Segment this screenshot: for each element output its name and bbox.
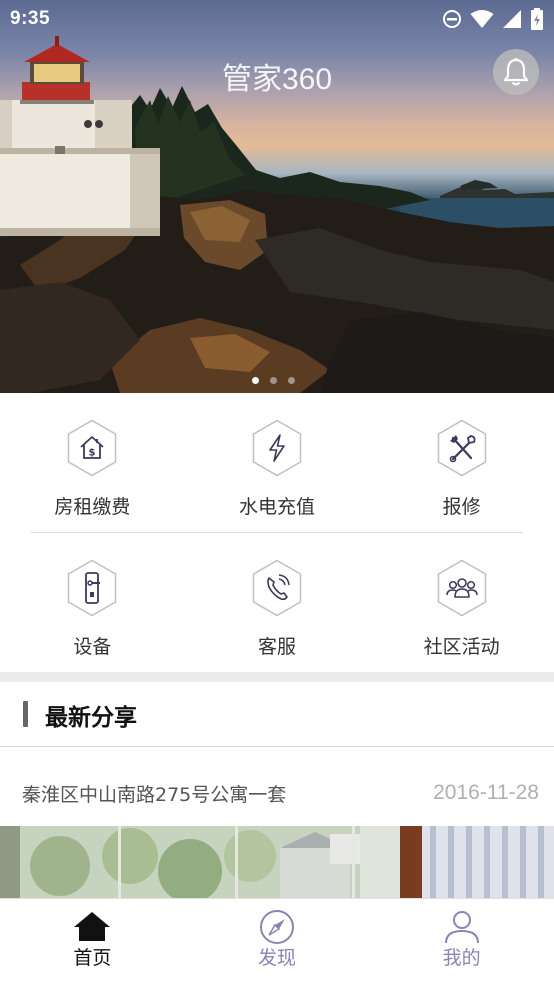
service-label: 客服 [258, 636, 297, 658]
tab-discover[interactable]: 发现 [185, 899, 370, 984]
bottom-tab-bar: 首页 发现 我的 [0, 898, 554, 984]
news-image[interactable] [0, 826, 554, 898]
user-icon [444, 911, 479, 944]
home-icon [74, 912, 111, 941]
device-icon [68, 559, 117, 617]
signal-icon [503, 10, 521, 28]
section-title: 最新分享 [45, 705, 137, 731]
tab-label: 首页 [73, 947, 112, 969]
tab-label: 我的 [442, 947, 481, 969]
service-rent-payment[interactable]: $ 房租缴费 [0, 393, 185, 532]
news-date: 2016-11-28 [433, 781, 539, 804]
section-accent-bar [23, 701, 28, 727]
bell-icon [503, 58, 529, 86]
carousel-indicator[interactable] [252, 377, 295, 384]
svg-text:$: $ [89, 448, 96, 459]
battery-icon [531, 8, 543, 30]
repair-icon [437, 419, 486, 477]
status-time: 9:35 [10, 8, 51, 29]
service-label: 房租缴费 [54, 496, 131, 518]
do-not-disturb-icon [443, 10, 461, 28]
section-separator [0, 672, 554, 682]
service-row-2: 设备 客服 社区活动 [0, 533, 554, 672]
news-title: 秦淮区中山南路275号公寓一套 [22, 784, 287, 806]
service-label: 社区活动 [423, 636, 500, 658]
carousel-dot-3[interactable] [288, 377, 295, 384]
app-title: 管家360 [221, 63, 333, 96]
status-bar: 9:35 [0, 0, 554, 38]
service-community-event[interactable]: 社区活动 [369, 533, 554, 672]
utility-recharge-icon [252, 419, 302, 477]
community-event-icon [437, 559, 486, 617]
tab-mine[interactable]: 我的 [369, 899, 554, 984]
service-label: 报修 [442, 496, 481, 518]
wifi-icon [470, 10, 494, 28]
customer-service-icon [252, 559, 302, 617]
news-item[interactable]: 秦淮区中山南路275号公寓一套 2016-11-28 [0, 748, 554, 826]
carousel-dot-1[interactable] [252, 377, 259, 384]
service-label: 水电充值 [239, 496, 316, 518]
service-customer-service[interactable]: 客服 [185, 533, 370, 672]
service-repair[interactable]: 报修 [369, 393, 554, 532]
notification-button[interactable] [493, 49, 539, 95]
status-icons [442, 8, 544, 30]
service-utility-recharge[interactable]: 水电充值 [185, 393, 370, 532]
hero-banner[interactable]: 9:35 管家360 [0, 0, 554, 393]
latest-share-header: 最新分享 [0, 682, 554, 747]
rent-payment-icon: $ [68, 419, 117, 477]
carousel-dot-2[interactable] [270, 377, 277, 384]
tab-label: 发现 [258, 947, 297, 969]
tab-home[interactable]: 首页 [0, 899, 185, 984]
service-row-1: $ 房租缴费 水电充值 报修 [0, 393, 554, 532]
apartment-photo [0, 826, 554, 898]
service-grid: $ 房租缴费 水电充值 报修 设备 客服 社区活动 [0, 393, 554, 672]
service-device[interactable]: 设备 [0, 533, 185, 672]
service-label: 设备 [73, 636, 112, 658]
compass-icon [260, 910, 294, 944]
